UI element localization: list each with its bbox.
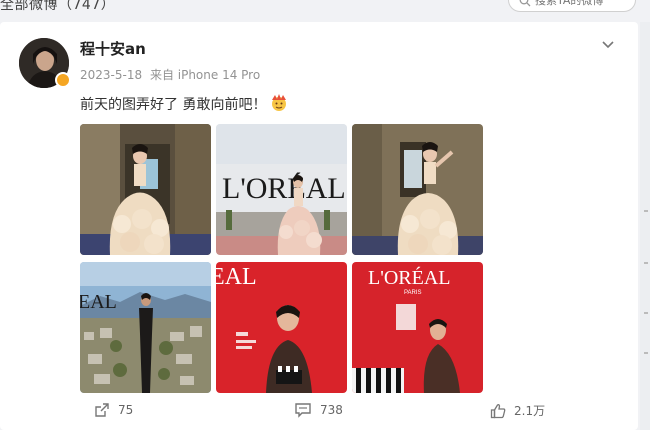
- post-image-5[interactable]: EAL: [216, 262, 347, 393]
- hallway-photo: [80, 124, 211, 255]
- hallway-photo-2: [352, 124, 483, 255]
- like-count: 2.1万: [514, 404, 546, 418]
- verified-badge-icon: [55, 72, 71, 88]
- repost-button[interactable]: 75: [94, 402, 133, 418]
- image-grid: L'ORÉAL EAL EAL L'ORÉAL PARIS: [80, 124, 484, 394]
- paris-text: PARIS: [404, 290, 422, 296]
- post-source: 来自 iPhone 14 Pro: [149, 68, 261, 82]
- red-wall-photo: EAL: [216, 262, 347, 393]
- repost-icon: [95, 403, 109, 417]
- emoji-face-icon: [272, 94, 287, 111]
- cityscape-photo: EAL: [80, 262, 211, 393]
- red-wall-paris-photo: L'ORÉAL PARIS: [352, 262, 483, 393]
- post-meta: 2023-5-18 来自 iPhone 14 Pro: [80, 66, 264, 83]
- comment-icon: [295, 403, 311, 418]
- like-button[interactable]: 2.1万: [490, 402, 545, 419]
- terrace-photo: L'ORÉAL: [216, 124, 347, 255]
- scroll-mark: [644, 312, 648, 314]
- search-input[interactable]: [535, 0, 631, 11]
- post-date[interactable]: 2023-5-18: [80, 68, 142, 82]
- sign-text: L'ORÉAL: [222, 172, 346, 205]
- like-icon: [490, 403, 506, 418]
- scroll-mark: [644, 210, 648, 212]
- comment-button[interactable]: 738: [294, 402, 343, 418]
- all-posts-tab[interactable]: 全部微博（747）: [0, 0, 115, 14]
- top-bar: 全部微博（747）: [0, 0, 650, 18]
- sign-text: L'ORÉAL: [368, 266, 450, 289]
- scroll-mark: [644, 262, 648, 264]
- post-card: 程十安an 2023-5-18 来自 iPhone 14 Pro 前天的图弄好了…: [0, 22, 638, 430]
- scrollbar[interactable]: [640, 22, 650, 430]
- post-image-6[interactable]: L'ORÉAL PARIS: [352, 262, 483, 393]
- search-icon: [519, 0, 531, 7]
- post-actions: 75 738 2.1万: [0, 394, 638, 430]
- chevron-down-icon[interactable]: [600, 38, 616, 52]
- scroll-mark: [644, 352, 648, 354]
- search-box[interactable]: [508, 0, 636, 12]
- author-name[interactable]: 程十安an: [80, 38, 146, 59]
- post-image-2[interactable]: L'ORÉAL: [216, 124, 347, 255]
- sign-text: EAL: [80, 291, 117, 313]
- post-text: 前天的图弄好了 勇敢向前吧！: [80, 94, 288, 114]
- post-image-4[interactable]: EAL: [80, 262, 211, 393]
- post-image-3[interactable]: [352, 124, 483, 255]
- repost-count: 75: [118, 403, 134, 417]
- post-image-1[interactable]: [80, 124, 211, 255]
- comment-count: 738: [320, 403, 343, 417]
- post-text-content: 前天的图弄好了 勇敢向前吧！: [80, 97, 267, 113]
- sign-text: EAL: [216, 264, 257, 290]
